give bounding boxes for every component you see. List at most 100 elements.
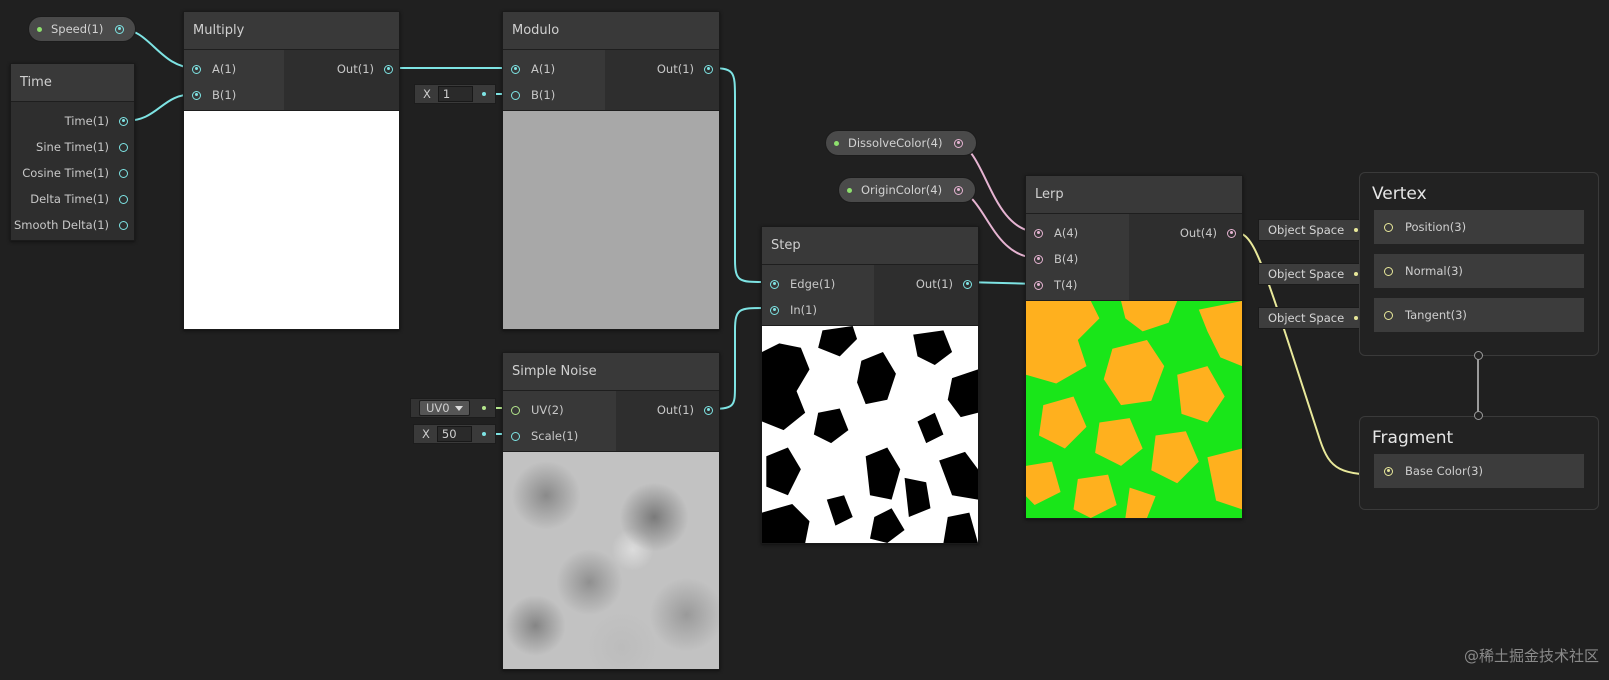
lerp-input-t[interactable]: T(4) — [1026, 272, 1129, 298]
delta-time-port[interactable] — [119, 194, 128, 204]
modulo-node[interactable]: Modulo A(1) B(1) Out(1) — [502, 11, 720, 330]
lerp-preview — [1026, 301, 1242, 518]
tangent-port[interactable] — [1384, 310, 1393, 320]
noise-output[interactable]: Out(1) — [616, 397, 719, 423]
multiply-b-label: B(1) — [212, 88, 237, 102]
lerp-out-port[interactable] — [1227, 228, 1236, 238]
step-out-port[interactable] — [963, 279, 972, 289]
modulo-b-port[interactable] — [511, 90, 520, 100]
vertex-flow-out-port[interactable] — [1474, 351, 1483, 360]
fragment-base-color-slot[interactable]: Base Color(3) — [1374, 454, 1584, 488]
multiply-output[interactable]: Out(1) — [284, 56, 399, 82]
property-indicator-icon — [834, 140, 839, 146]
multiply-node[interactable]: Multiply A(1) B(1) Out(1) — [183, 11, 400, 330]
time-output[interactable]: Time(1) — [11, 108, 134, 134]
multiply-a-port[interactable] — [192, 64, 201, 74]
noise-scale-port[interactable] — [511, 431, 520, 441]
cosine-time-port[interactable] — [119, 168, 128, 178]
modulo-a-label: A(1) — [531, 62, 556, 76]
smooth-delta-output[interactable]: Smooth Delta(1) — [11, 212, 134, 238]
lerp-output[interactable]: Out(4) — [1129, 220, 1242, 246]
lerp-input-a[interactable]: A(4) — [1026, 220, 1129, 246]
modulo-out-port[interactable] — [704, 64, 713, 74]
fragment-flow-in-port[interactable] — [1474, 411, 1483, 420]
uv-channel-dropdown[interactable]: UV0 — [419, 400, 470, 416]
origin-color-output-port[interactable] — [954, 185, 964, 195]
cosine-time-output[interactable]: Cosine Time(1) — [11, 160, 134, 186]
step-edge-port[interactable] — [770, 279, 779, 289]
sine-time-output[interactable]: Sine Time(1) — [11, 134, 134, 160]
step-input-in[interactable]: In(1) — [762, 297, 874, 323]
modulo-a-port[interactable] — [511, 64, 520, 74]
multiply-input-a[interactable]: A(1) — [184, 56, 284, 82]
lerp-t-port[interactable] — [1034, 280, 1043, 290]
lerp-a-port[interactable] — [1034, 228, 1043, 238]
speed-output-port[interactable] — [115, 24, 125, 34]
vertex-position-slot[interactable]: Position(3) — [1374, 210, 1584, 244]
modulo-b-label: B(1) — [531, 88, 556, 102]
modulo-b-value-input[interactable]: 1 — [437, 86, 473, 102]
step-preview — [762, 326, 978, 543]
vertex-context[interactable]: Vertex Position(3) Normal(3) Tangent(3) — [1359, 172, 1599, 356]
vertex-tangent-slot[interactable]: Tangent(3) — [1374, 298, 1584, 332]
delta-time-output[interactable]: Delta Time(1) — [11, 186, 134, 212]
dissolve-color-output-port[interactable] — [954, 138, 964, 148]
noise-input-scale[interactable]: Scale(1) — [503, 423, 616, 449]
lerp-input-b[interactable]: B(4) — [1026, 246, 1129, 272]
modulo-b-field[interactable]: X 1 — [414, 84, 496, 104]
property-indicator-icon — [37, 26, 42, 32]
noise-scale-field[interactable]: X 50 — [413, 424, 496, 444]
modulo-output[interactable]: Out(1) — [605, 56, 719, 82]
normal-space-dropdown[interactable]: Object Space — [1258, 263, 1368, 285]
dissolve-color-property[interactable]: DissolveColor(4) — [825, 130, 977, 156]
tangent-space-dropdown[interactable]: Object Space — [1258, 307, 1368, 329]
step-input-edge[interactable]: Edge(1) — [762, 271, 874, 297]
modulo-preview — [503, 111, 719, 329]
step-node[interactable]: Step Edge(1) In(1) Out(1) — [761, 226, 979, 544]
cosine-time-label: Cosine Time(1) — [22, 166, 109, 180]
dissolve-color-label: DissolveColor(4) — [848, 136, 943, 150]
position-space-label: Object Space — [1268, 223, 1345, 237]
time-node-title: Time — [11, 64, 134, 102]
noise-scale-value-input[interactable]: 50 — [436, 426, 472, 442]
field-connector-icon — [482, 432, 486, 436]
noise-uv-port[interactable] — [511, 405, 520, 415]
time-output-port[interactable] — [119, 116, 128, 126]
speed-property[interactable]: Speed(1) — [28, 16, 136, 42]
position-port[interactable] — [1384, 222, 1393, 232]
modulo-node-title: Modulo — [503, 12, 719, 50]
multiply-a-label: A(1) — [212, 62, 237, 76]
noise-input-uv[interactable]: UV(2) — [503, 397, 616, 423]
multiply-node-title: Multiply — [184, 12, 399, 50]
multiply-input-b[interactable]: B(1) — [184, 82, 284, 108]
lerp-node-title: Lerp — [1026, 176, 1242, 214]
delta-time-label: Delta Time(1) — [30, 192, 109, 206]
position-space-dropdown[interactable]: Object Space — [1258, 219, 1368, 241]
multiply-b-port[interactable] — [192, 90, 201, 100]
normal-port[interactable] — [1384, 266, 1393, 276]
modulo-input-b[interactable]: B(1) — [503, 82, 605, 108]
noise-scale-value: 50 — [441, 427, 457, 441]
lerp-b-label: B(4) — [1054, 252, 1079, 266]
chevron-down-icon — [454, 405, 463, 411]
sine-time-port[interactable] — [119, 142, 128, 152]
modulo-b-axis-label: X — [423, 87, 431, 101]
step-output[interactable]: Out(1) — [874, 271, 978, 297]
time-node[interactable]: Time Time(1) Sine Time(1) Cosine Time(1)… — [10, 63, 135, 241]
multiply-out-port[interactable] — [384, 64, 393, 74]
smooth-delta-label: Smooth Delta(1) — [14, 218, 109, 232]
step-in-port[interactable] — [770, 305, 779, 315]
fragment-context[interactable]: Fragment Base Color(3) — [1359, 416, 1599, 510]
lerp-b-port[interactable] — [1034, 254, 1043, 264]
simple-noise-node[interactable]: Simple Noise UV(2) Scale(1) Out(1) — [502, 352, 720, 670]
origin-color-property[interactable]: OriginColor(4) — [838, 177, 976, 203]
modulo-input-a[interactable]: A(1) — [503, 56, 605, 82]
simple-noise-node-title: Simple Noise — [503, 353, 719, 391]
noise-uv-field[interactable]: UV0 — [410, 398, 496, 418]
base-color-port[interactable] — [1384, 466, 1393, 476]
lerp-node[interactable]: Lerp A(4) B(4) T(4) Out(4) — [1025, 175, 1243, 519]
noise-out-port[interactable] — [704, 405, 713, 415]
smooth-delta-port[interactable] — [119, 220, 128, 230]
multiply-out-label: Out(1) — [336, 62, 374, 76]
vertex-normal-slot[interactable]: Normal(3) — [1374, 254, 1584, 288]
